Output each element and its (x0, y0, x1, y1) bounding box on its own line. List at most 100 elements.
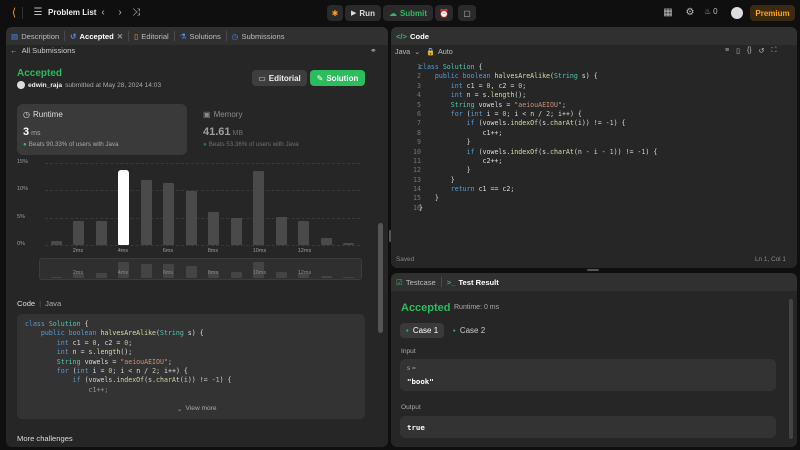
bar[interactable] (185, 191, 197, 245)
scrollbar[interactable] (789, 299, 793, 439)
gridline (45, 190, 360, 192)
bar[interactable] (343, 242, 355, 245)
line-number: 8 (417, 128, 421, 137)
code-preview[interactable]: class Solution { public boolean halvesAr… (17, 314, 365, 419)
streak-counter[interactable]: ♨ 0 (704, 7, 718, 16)
bar[interactable] (320, 237, 332, 245)
tab-submissions[interactable]: ◷ Submissions (227, 27, 290, 45)
bar[interactable] (95, 221, 107, 245)
code-line: } (419, 166, 471, 175)
memory-card[interactable]: ▣ Memory 41.61 MB ● Beats 53.36% of user… (197, 104, 367, 155)
all-submissions-link[interactable]: ← All Submissions (10, 46, 75, 55)
tab-code[interactable]: </> Code (391, 27, 434, 45)
case-2-tab[interactable]: ● Case 2 (449, 323, 489, 338)
line-number: 5 (417, 100, 421, 109)
shuffle-icon[interactable]: ⤨ (130, 7, 142, 19)
line-number: 12 (413, 166, 421, 175)
tab-description[interactable]: ▤ Description (6, 27, 64, 45)
line-number: 15 (413, 194, 421, 203)
memory-value: 41.61 (203, 126, 231, 138)
bar[interactable] (298, 221, 310, 245)
code-line: int n = s.length(); (56, 348, 133, 357)
code-line: if (vowels.indexOf(s.charAt(i)) != -1) { (466, 119, 626, 128)
language-selector[interactable]: Java ⌄ (395, 47, 420, 56)
list-icon[interactable]: ☰ (32, 7, 44, 19)
leetcode-logo-icon[interactable]: ⟨ (8, 7, 20, 19)
clock-icon: ◷ (231, 31, 239, 41)
tab-editorial[interactable]: ▯ Editorial (129, 27, 174, 45)
next-problem-icon[interactable]: › (114, 7, 126, 19)
close-icon[interactable]: ✕ (117, 32, 123, 41)
bar[interactable] (50, 241, 62, 245)
chart-range-selector[interactable] (39, 258, 362, 280)
tab-accepted[interactable]: ↺ Accepted ✕ (65, 27, 128, 45)
fire-icon: ♨ (704, 7, 712, 16)
horizontal-splitter-handle[interactable] (587, 269, 599, 271)
overview-bar (185, 266, 197, 278)
tab-solutions[interactable]: ⚗ Solutions (175, 27, 226, 45)
overview-bar (50, 277, 62, 278)
tab-test-result[interactable]: >_ Test Result (442, 273, 504, 291)
line-number: 1 (417, 63, 421, 71)
code-line: if (vowels.indexOf(s.charAt(n - i - 1)) … (466, 147, 658, 156)
reset-icon[interactable]: ↺ (759, 47, 765, 55)
input-box[interactable]: s = "book" (400, 359, 776, 391)
view-more-button[interactable]: ⌄ View more (177, 405, 217, 413)
bar[interactable] (275, 216, 287, 245)
left-tab-bar: ▤ Description ↺ Accepted ✕ ▯ Editorial ⚗ Solu… (6, 27, 388, 45)
bar[interactable] (73, 220, 85, 245)
bookmark-icon[interactable]: ▯ (736, 47, 740, 55)
runtime-card[interactable]: ◷ Runtime 3 ms ● Beats 90.33% of users w… (17, 104, 187, 155)
result-runtime: Runtime: 0 ms (454, 304, 500, 311)
auto-mode-toggle[interactable]: 🔒 Auto (426, 47, 453, 56)
debug-button[interactable]: ✱ (327, 5, 343, 21)
prev-problem-icon[interactable]: ‹ (97, 7, 109, 19)
bar[interactable] (163, 183, 175, 245)
bar[interactable] (208, 212, 220, 245)
all-submissions-label: All Submissions (21, 46, 76, 55)
format-icon[interactable]: ≡ (725, 47, 729, 55)
code-editor-text[interactable]: class Solution { public boolean halvesAr… (419, 63, 657, 213)
tab-test-result-label: Test Result (458, 277, 499, 287)
bar[interactable] (253, 171, 265, 245)
bar[interactable] (230, 217, 242, 245)
overview-bar (95, 272, 107, 278)
avatar[interactable] (17, 81, 25, 89)
scrollbar[interactable] (378, 223, 383, 333)
notes-button[interactable]: ▢ (458, 5, 476, 21)
code-line: for (int i = 0; i < n / 2; i++) { (56, 366, 188, 375)
overview-tick-label: 10ms (252, 270, 267, 276)
runtime-distribution-chart[interactable]: 15% 10% 5% 0% 2ms 4ms 6ms 8ms 10ms 12ms 2ms 4ms 6ms 8… (17, 159, 367, 286)
line-number: 10 (413, 147, 421, 156)
description-icon: ▤ (11, 31, 19, 41)
output-box[interactable]: true (400, 416, 776, 438)
code-line: c1++; (419, 128, 503, 137)
editorial-button[interactable]: ▭ Editorial (252, 70, 307, 86)
problem-list-link[interactable]: Problem List (48, 8, 96, 17)
case-1-tab[interactable]: ● Case 1 (400, 323, 444, 338)
tab-solutions-label: Solutions (189, 31, 221, 41)
timer-button[interactable]: ⏰ (435, 5, 453, 21)
braces-icon[interactable]: {} (747, 47, 752, 55)
premium-button[interactable]: Premium (750, 5, 795, 21)
user-avatar[interactable] (731, 7, 743, 19)
tab-code-label: Code (409, 31, 429, 41)
input-label: Input (401, 348, 416, 355)
run-button[interactable]: ▶ Run (345, 5, 381, 21)
line-number: 7 (417, 119, 421, 128)
more-challenges-heading: More challenges (17, 434, 73, 443)
username[interactable]: edwin_raja (28, 82, 62, 89)
solution-button[interactable]: ✎ Solution (310, 70, 365, 86)
memory-beats-row: ● Beats 53.36% of users with Java (203, 141, 299, 148)
highlighted-bar[interactable] (118, 170, 130, 245)
tab-testcase[interactable]: ☑ Testcase (391, 273, 441, 291)
left-panel: ▤ Description ↺ Accepted ✕ ▯ Editorial ⚗ Solu… (6, 27, 388, 447)
bar[interactable] (140, 180, 152, 245)
fullscreen-icon[interactable]: ⛶ (772, 47, 777, 55)
layout-grid-icon[interactable]: ▦ (662, 7, 674, 19)
code-line: String vowels = "aeiouAEIOU"; (450, 100, 566, 109)
divider (22, 7, 23, 19)
submit-button[interactable]: ☁ Submit (383, 5, 433, 21)
settings-gear-icon[interactable]: ⚙ (684, 7, 696, 19)
share-link-icon[interactable]: ⚭ (370, 46, 377, 55)
